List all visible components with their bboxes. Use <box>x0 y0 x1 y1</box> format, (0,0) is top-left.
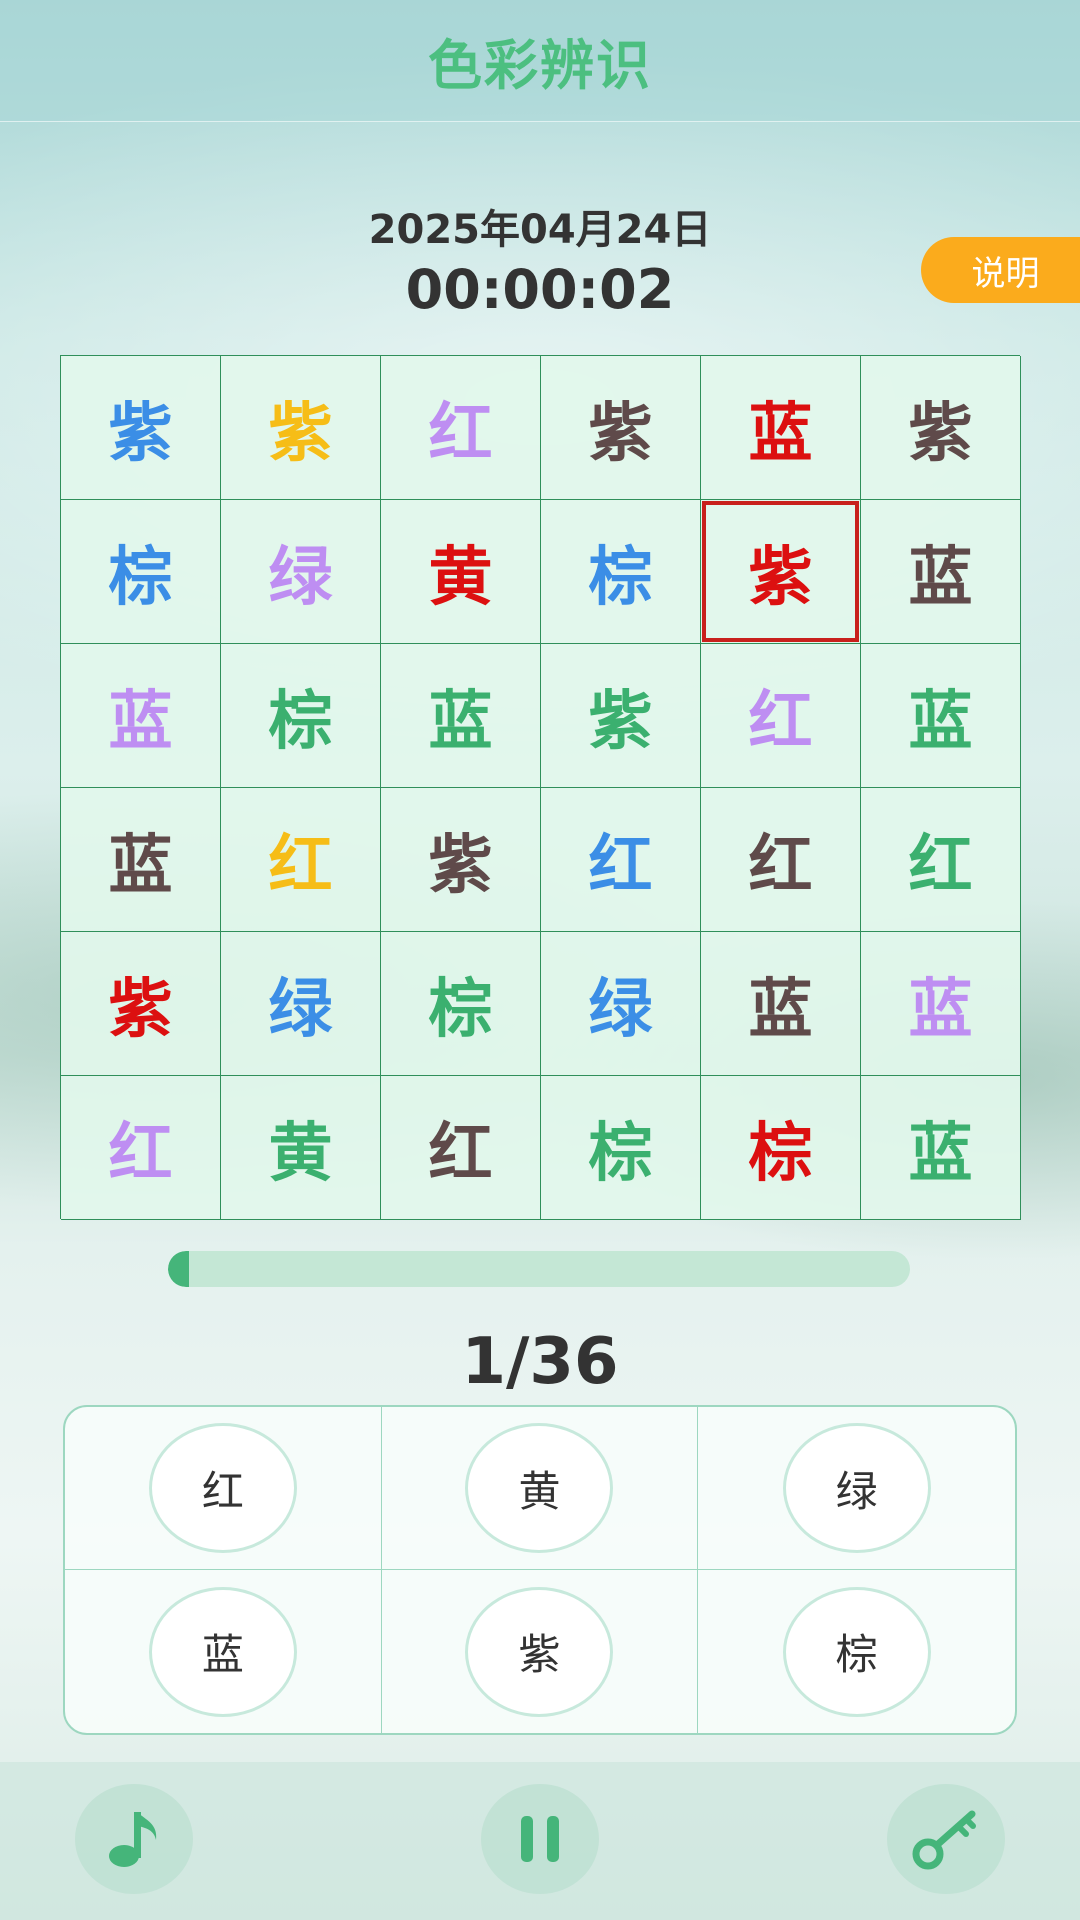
grid-cell[interactable]: 蓝 <box>61 644 221 788</box>
grid-cell[interactable]: 棕 <box>221 644 381 788</box>
answer-cell: 紫 <box>382 1570 699 1733</box>
grid-cell[interactable]: 绿 <box>541 932 701 1076</box>
grid-cell[interactable]: 棕 <box>61 500 221 644</box>
page-title: 色彩辨识 <box>428 34 652 97</box>
key-icon <box>912 1810 976 1870</box>
title-bar: 色彩辨识 <box>0 0 1080 122</box>
help-button[interactable]: 说明 <box>921 237 1080 303</box>
progress-fill <box>168 1251 189 1287</box>
pause-button[interactable] <box>481 1784 599 1894</box>
music-note-icon <box>109 1812 157 1867</box>
grid-cell[interactable]: 红 <box>221 788 381 932</box>
grid-cell[interactable]: 红 <box>701 788 861 932</box>
answer-cell: 绿 <box>698 1407 1015 1570</box>
grid-cell[interactable]: 蓝 <box>861 1076 1021 1220</box>
grid-cell[interactable]: 蓝 <box>861 644 1021 788</box>
grid-cell[interactable]: 蓝 <box>701 932 861 1076</box>
grid-cell[interactable]: 绿 <box>221 932 381 1076</box>
grid-cell[interactable]: 红 <box>381 1076 541 1220</box>
grid-cell[interactable]: 紫 <box>701 500 861 644</box>
grid-cell[interactable]: 红 <box>701 644 861 788</box>
color-word-grid: 紫紫红紫蓝紫棕绿黄棕紫蓝蓝棕蓝紫红蓝蓝红紫红红红紫绿棕绿蓝蓝红黄红棕棕蓝 <box>60 355 1021 1220</box>
hint-button[interactable] <box>887 1784 1005 1894</box>
answer-cell: 红 <box>65 1407 382 1570</box>
timer-display: 00:00:02 <box>405 258 675 321</box>
grid-cell[interactable]: 紫 <box>861 356 1021 500</box>
grid-cell[interactable]: 棕 <box>381 932 541 1076</box>
answer-button[interactable]: 棕 <box>782 1586 931 1717</box>
grid-cell[interactable]: 蓝 <box>861 932 1021 1076</box>
grid-cell[interactable]: 棕 <box>701 1076 861 1220</box>
grid-cell[interactable]: 紫 <box>221 356 381 500</box>
grid-cell[interactable]: 紫 <box>61 932 221 1076</box>
progress-count: 1/36 <box>461 1325 619 1399</box>
grid-cell[interactable]: 红 <box>61 1076 221 1220</box>
grid-cell[interactable]: 红 <box>861 788 1021 932</box>
grid-cell[interactable]: 蓝 <box>61 788 221 932</box>
grid-cell[interactable]: 蓝 <box>381 644 541 788</box>
progress-bar <box>168 1251 910 1287</box>
grid-cell[interactable]: 棕 <box>541 500 701 644</box>
answer-button[interactable]: 蓝 <box>148 1586 297 1717</box>
grid-cell[interactable]: 黄 <box>381 500 541 644</box>
answer-panel: 红 黄 绿蓝 紫 棕 <box>63 1405 1017 1735</box>
answer-cell: 蓝 <box>65 1570 382 1733</box>
answer-cell: 黄 <box>381 1407 699 1570</box>
grid-cell[interactable]: 红 <box>381 356 541 500</box>
grid-cell[interactable]: 红 <box>541 788 701 932</box>
answer-cell: 棕 <box>698 1570 1015 1733</box>
answer-button[interactable]: 紫 <box>465 1586 614 1717</box>
grid-cell[interactable]: 紫 <box>381 788 541 932</box>
grid-cell[interactable]: 紫 <box>541 356 701 500</box>
pause-icon <box>521 1816 559 1862</box>
grid-cell[interactable]: 黄 <box>221 1076 381 1220</box>
grid-cell[interactable]: 棕 <box>541 1076 701 1220</box>
date-display: 2025年04月24日 <box>368 207 712 253</box>
music-button[interactable] <box>75 1784 193 1894</box>
answer-button[interactable]: 黄 <box>465 1423 614 1553</box>
answer-button[interactable]: 绿 <box>782 1423 931 1553</box>
bottom-bar <box>0 1762 1080 1920</box>
grid-cell[interactable]: 紫 <box>541 644 701 788</box>
grid-cell[interactable]: 蓝 <box>861 500 1021 644</box>
grid-cell[interactable]: 蓝 <box>701 356 861 500</box>
answer-button[interactable]: 红 <box>148 1423 297 1553</box>
grid-cell[interactable]: 紫 <box>61 356 221 500</box>
grid-cell[interactable]: 绿 <box>221 500 381 644</box>
